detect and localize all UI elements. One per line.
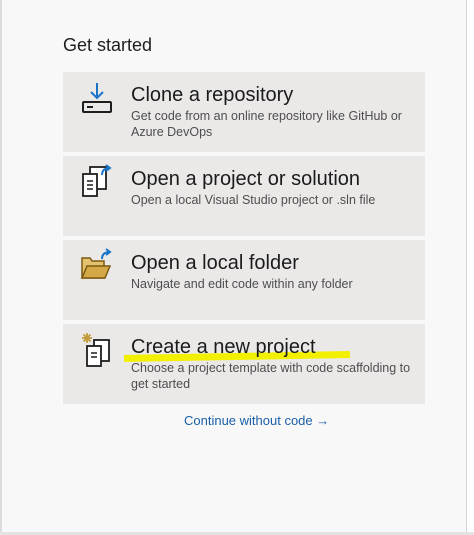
window-edge-left [0, 0, 2, 535]
clone-repository-card[interactable]: Clone a repository Get code from an onli… [63, 72, 425, 152]
card-description: Get code from an online repository like … [131, 109, 402, 139]
create-new-project-card[interactable]: Create a new project Choose a project te… [63, 324, 425, 404]
card-title: Create a new project [131, 336, 316, 358]
card-title: Clone a repository [131, 84, 294, 106]
window-edge-right [466, 0, 474, 535]
card-description: Choose a project template with code scaf… [131, 361, 411, 391]
open-project-card[interactable]: Open a project or solution Open a local … [63, 156, 425, 236]
card-title: Open a project or solution [131, 168, 361, 190]
open-folder-icon [78, 248, 114, 284]
clone-download-icon [78, 80, 114, 116]
open-folder-card[interactable]: Open a local folder Navigate and edit co… [63, 240, 425, 320]
card-title: Open a local folder [131, 252, 299, 274]
new-project-icon [78, 332, 114, 368]
get-started-heading: Get started [63, 35, 153, 55]
open-project-icon [78, 164, 114, 200]
continue-without-code-link[interactable]: Continue without code → [184, 413, 329, 429]
card-description: Open a local Visual Studio project or .s… [131, 193, 376, 207]
card-description: Navigate and edit code within any folder [131, 277, 353, 291]
